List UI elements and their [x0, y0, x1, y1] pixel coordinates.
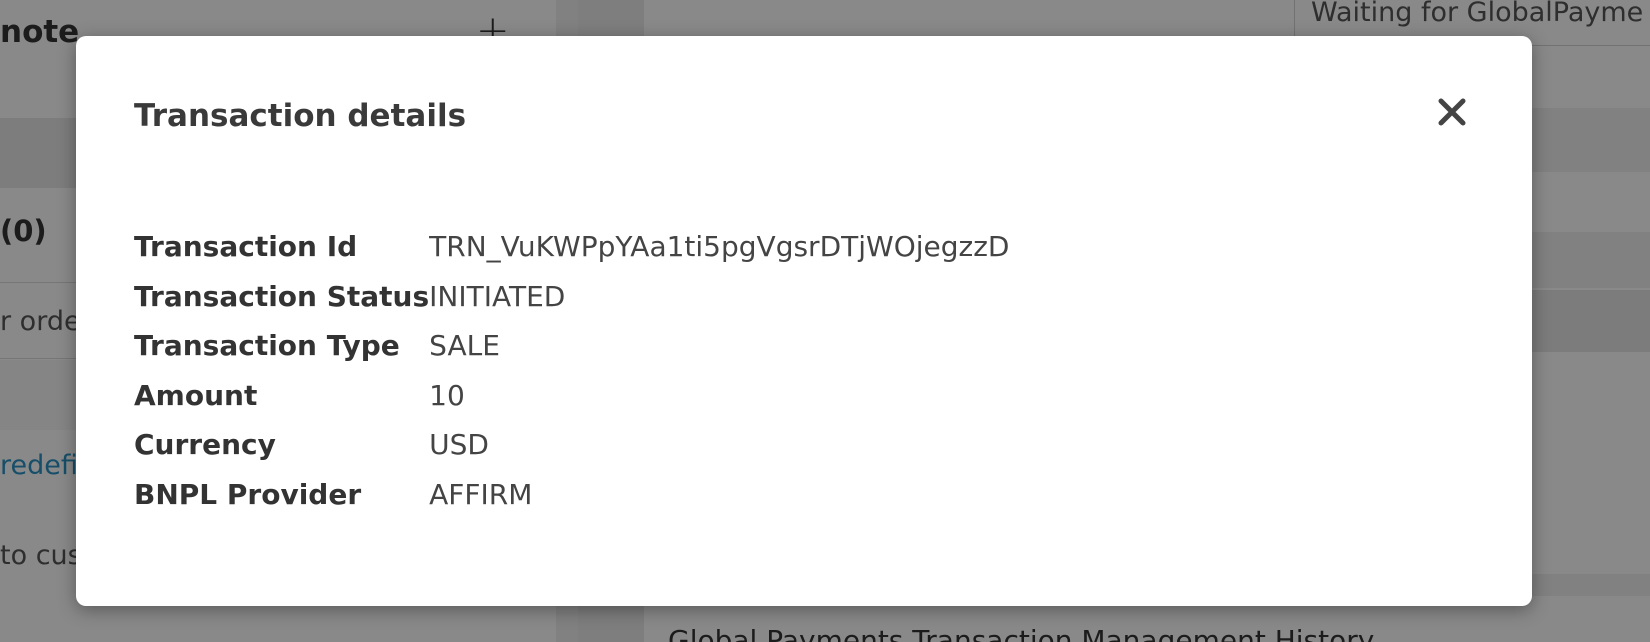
- detail-value: 10: [429, 378, 465, 412]
- detail-label: Currency: [134, 428, 276, 462]
- detail-value: AFFIRM: [429, 477, 533, 511]
- close-icon: [1438, 98, 1466, 126]
- detail-value: TRN_VuKWPpYAa1ti5pgVgsrDTjWOjegzzD: [429, 230, 1010, 264]
- detail-label: Amount: [134, 378, 258, 412]
- detail-row-transaction-status: Transaction Status INITIATED: [134, 272, 1009, 322]
- close-button[interactable]: [1426, 86, 1478, 138]
- transaction-details-table: Transaction Id TRN_VuKWPpYAa1ti5pgVgsrDT…: [134, 222, 1009, 519]
- detail-label: Transaction Id: [134, 230, 358, 264]
- detail-row-transaction-id: Transaction Id TRN_VuKWPpYAa1ti5pgVgsrDT…: [134, 222, 1009, 272]
- detail-value: SALE: [429, 329, 500, 363]
- detail-row-bnpl-provider: BNPL Provider AFFIRM: [134, 470, 1009, 520]
- detail-label: Transaction Type: [134, 329, 400, 363]
- detail-value: INITIATED: [429, 279, 566, 313]
- modal-title: Transaction details: [134, 98, 467, 134]
- detail-label: Transaction Status: [134, 279, 430, 313]
- detail-row-currency: Currency USD: [134, 420, 1009, 470]
- transaction-details-modal: Transaction details Transaction Id TRN_V…: [76, 36, 1532, 606]
- detail-value: USD: [429, 428, 489, 462]
- detail-label: BNPL Provider: [134, 477, 362, 511]
- detail-row-transaction-type: Transaction Type SALE: [134, 321, 1009, 371]
- detail-row-amount: Amount 10: [134, 371, 1009, 421]
